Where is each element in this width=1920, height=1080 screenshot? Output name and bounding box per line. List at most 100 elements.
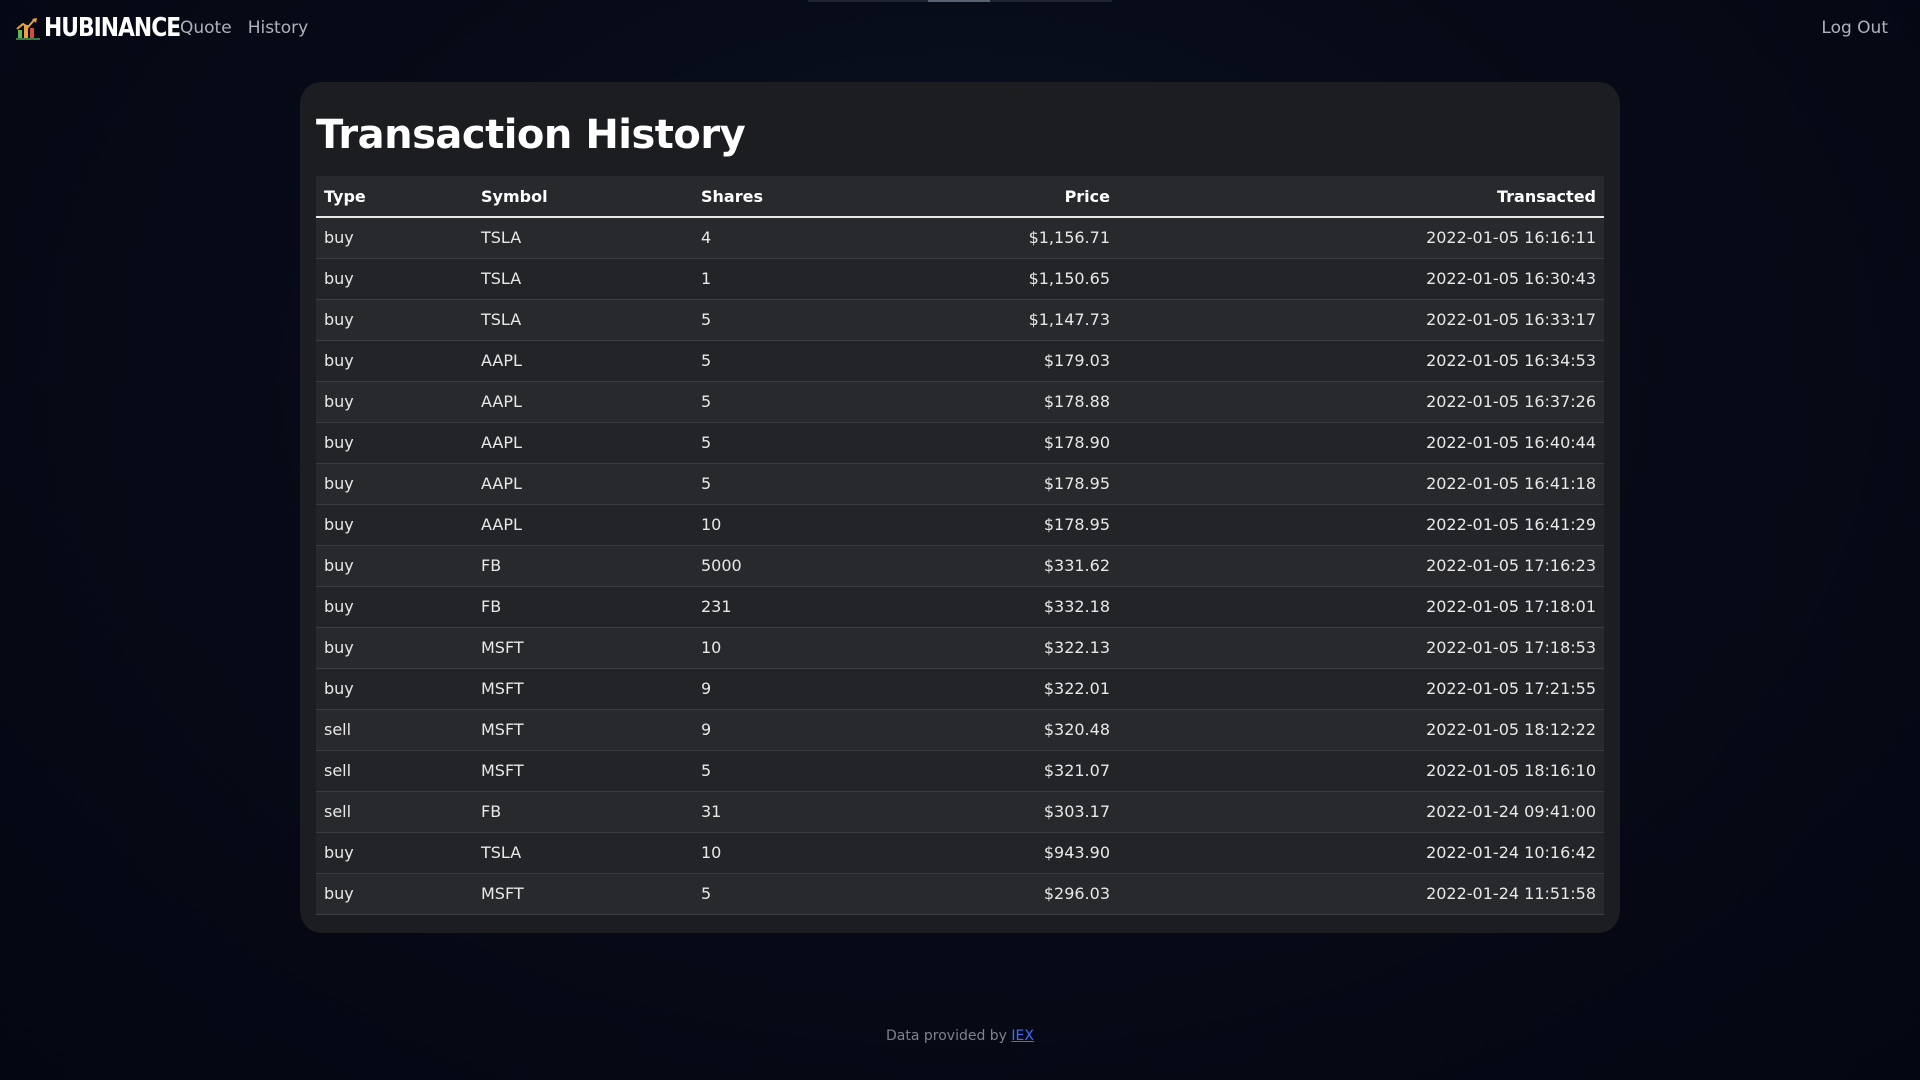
- column-header-symbol: Symbol: [473, 176, 693, 218]
- iex-link[interactable]: IEX: [1011, 1028, 1034, 1044]
- cell-type: buy: [316, 832, 473, 874]
- cell-shares: 5: [693, 422, 918, 464]
- cell-transacted: 2022-01-05 17:21:55: [1118, 668, 1604, 710]
- cell-price: $296.03: [918, 873, 1118, 915]
- cell-type: buy: [316, 668, 473, 710]
- cell-symbol: AAPL: [473, 504, 693, 546]
- nav-link-history[interactable]: History: [248, 18, 308, 38]
- cell-symbol: MSFT: [473, 668, 693, 710]
- cell-symbol: FB: [473, 791, 693, 833]
- cell-price: $1,156.71: [918, 217, 1118, 259]
- cell-transacted: 2022-01-05 16:30:43: [1118, 258, 1604, 300]
- cell-shares: 5: [693, 750, 918, 792]
- cell-symbol: MSFT: [473, 709, 693, 751]
- cell-symbol: AAPL: [473, 422, 693, 464]
- cell-transacted: 2022-01-24 11:51:58: [1118, 873, 1604, 915]
- cell-type: buy: [316, 545, 473, 587]
- cell-symbol: AAPL: [473, 340, 693, 382]
- cell-symbol: TSLA: [473, 832, 693, 874]
- chart-logo-icon: [16, 18, 40, 40]
- cell-symbol: MSFT: [473, 627, 693, 669]
- cell-shares: 5: [693, 381, 918, 423]
- cell-shares: 9: [693, 709, 918, 751]
- cell-transacted: 2022-01-05 16:41:29: [1118, 504, 1604, 546]
- cell-price: $179.03: [918, 340, 1118, 382]
- cell-transacted: 2022-01-05 16:34:53: [1118, 340, 1604, 382]
- footer-text: Data provided by: [886, 1028, 1007, 1044]
- cell-price: $322.13: [918, 627, 1118, 669]
- cell-price: $943.90: [918, 832, 1118, 874]
- cell-price: $322.01: [918, 668, 1118, 710]
- cell-price: $178.90: [918, 422, 1118, 464]
- table-row: buy MSFT 10 $322.13 2022-01-05 17:18:53: [316, 627, 1604, 669]
- brand-name: HUBINANCE: [44, 13, 181, 43]
- cell-transacted: 2022-01-05 18:12:22: [1118, 709, 1604, 751]
- table-row: buy TSLA 5 $1,147.73 2022-01-05 16:33:17: [316, 299, 1604, 341]
- cell-symbol: MSFT: [473, 750, 693, 792]
- table-row: buy AAPL 10 $178.95 2022-01-05 16:41:29: [316, 504, 1604, 546]
- cell-shares: 5: [693, 299, 918, 341]
- table-row: buy MSFT 9 $322.01 2022-01-05 17:21:55: [316, 668, 1604, 710]
- table-row: sell MSFT 5 $321.07 2022-01-05 18:16:10: [316, 750, 1604, 792]
- cell-type: buy: [316, 463, 473, 505]
- cell-type: sell: [316, 750, 473, 792]
- cell-type: sell: [316, 709, 473, 751]
- table-header: Type Symbol Shares Price Transacted: [316, 176, 1604, 218]
- table-row: buy MSFT 5 $296.03 2022-01-24 11:51:58: [316, 873, 1604, 915]
- nav-link-quote[interactable]: Quote: [180, 18, 232, 38]
- cell-shares: 5: [693, 873, 918, 915]
- cell-price: $1,150.65: [918, 258, 1118, 300]
- transactions-table: Type Symbol Shares Price Transacted buy T…: [316, 176, 1604, 915]
- cell-price: $321.07: [918, 750, 1118, 792]
- table-body: buy TSLA 4 $1,156.71 2022-01-05 16:16:11 buy T…: [316, 217, 1604, 915]
- column-header-transacted: Transacted: [1118, 176, 1604, 218]
- cell-transacted: 2022-01-24 10:16:42: [1118, 832, 1604, 874]
- cell-type: buy: [316, 504, 473, 546]
- cell-transacted: 2022-01-05 16:40:44: [1118, 422, 1604, 464]
- table-row: buy AAPL 5 $178.90 2022-01-05 16:40:44: [316, 422, 1604, 464]
- cell-type: buy: [316, 422, 473, 464]
- cell-type: buy: [316, 873, 473, 915]
- cell-shares: 31: [693, 791, 918, 833]
- page-title: Transaction History: [316, 112, 746, 158]
- cell-shares: 5000: [693, 545, 918, 587]
- cell-symbol: TSLA: [473, 217, 693, 259]
- footer: Data provided by IEX: [0, 1028, 1920, 1044]
- cell-symbol: TSLA: [473, 299, 693, 341]
- cell-transacted: 2022-01-05 16:37:26: [1118, 381, 1604, 423]
- cell-type: sell: [316, 791, 473, 833]
- cell-transacted: 2022-01-24 09:41:00: [1118, 791, 1604, 833]
- cell-type: buy: [316, 299, 473, 341]
- cell-symbol: AAPL: [473, 463, 693, 505]
- cell-price: $332.18: [918, 586, 1118, 628]
- table-row: buy TSLA 1 $1,150.65 2022-01-05 16:30:43: [316, 258, 1604, 300]
- cell-shares: 10: [693, 504, 918, 546]
- table-row: buy AAPL 5 $178.88 2022-01-05 16:37:26: [316, 381, 1604, 423]
- table-row: sell MSFT 9 $320.48 2022-01-05 18:12:22: [316, 709, 1604, 751]
- cell-transacted: 2022-01-05 17:18:01: [1118, 586, 1604, 628]
- cell-price: $178.95: [918, 463, 1118, 505]
- cell-symbol: TSLA: [473, 258, 693, 300]
- table-row: buy FB 5000 $331.62 2022-01-05 17:16:23: [316, 545, 1604, 587]
- cell-type: buy: [316, 217, 473, 259]
- cell-price: $178.88: [918, 381, 1118, 423]
- cell-shares: 1: [693, 258, 918, 300]
- cell-price: $320.48: [918, 709, 1118, 751]
- table-row: buy TSLA 4 $1,156.71 2022-01-05 16:16:11: [316, 217, 1604, 259]
- cell-symbol: MSFT: [473, 873, 693, 915]
- navbar: HUBINANCE Quote History Log Out: [0, 0, 1920, 56]
- column-header-price: Price: [918, 176, 1118, 218]
- cell-transacted: 2022-01-05 18:16:10: [1118, 750, 1604, 792]
- history-panel: Transaction History Type Symbol Shares P…: [300, 82, 1620, 933]
- cell-symbol: FB: [473, 545, 693, 587]
- cell-shares: 4: [693, 217, 918, 259]
- brand-link[interactable]: HUBINANCE: [16, 13, 181, 43]
- cell-type: buy: [316, 340, 473, 382]
- logout-link[interactable]: Log Out: [1821, 18, 1888, 38]
- table-row: buy AAPL 5 $179.03 2022-01-05 16:34:53: [316, 340, 1604, 382]
- cell-symbol: AAPL: [473, 381, 693, 423]
- cell-price: $303.17: [918, 791, 1118, 833]
- cell-transacted: 2022-01-05 16:41:18: [1118, 463, 1604, 505]
- cell-shares: 5: [693, 463, 918, 505]
- cell-type: buy: [316, 258, 473, 300]
